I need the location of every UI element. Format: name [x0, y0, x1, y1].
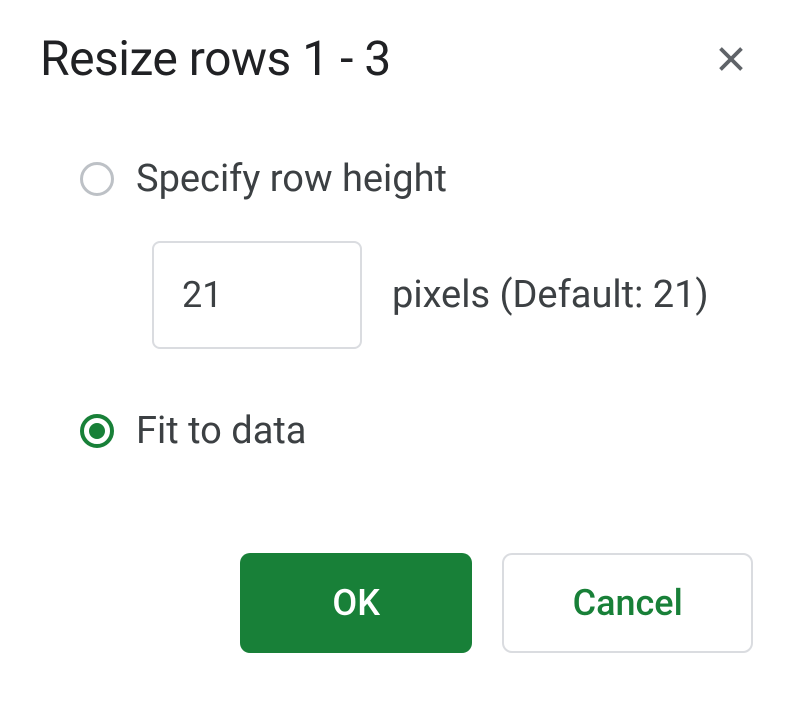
close-button[interactable]: [709, 37, 753, 81]
close-icon: [713, 41, 749, 77]
cancel-button[interactable]: Cancel: [502, 553, 753, 653]
ok-button[interactable]: OK: [240, 553, 472, 653]
fit-radio[interactable]: [80, 414, 114, 448]
specify-row-height-option[interactable]: Specify row height: [80, 157, 753, 201]
fit-to-data-option[interactable]: Fit to data: [80, 409, 753, 453]
specify-radio-label: Specify row height: [136, 157, 447, 201]
row-height-input[interactable]: [152, 241, 362, 349]
specify-radio[interactable]: [80, 162, 114, 196]
fit-radio-label: Fit to data: [136, 409, 306, 453]
dialog-title: Resize rows 1 - 3: [40, 30, 391, 87]
row-height-suffix: pixels (Default: 21): [392, 273, 709, 317]
